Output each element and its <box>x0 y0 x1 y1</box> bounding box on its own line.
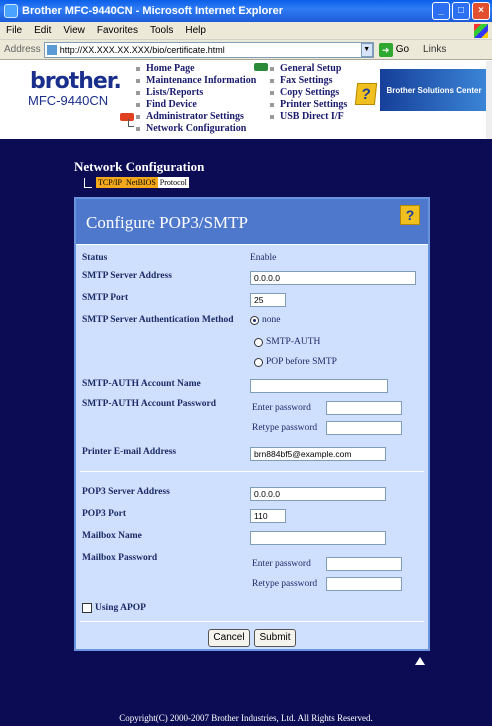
submit-button[interactable]: Submit <box>254 629 296 647</box>
smtp-port-label: SMTP Port <box>82 293 129 303</box>
smtp-address-label: SMTP Server Address <box>82 271 172 281</box>
menu-favorites[interactable]: Favorites <box>97 25 138 36</box>
email-input[interactable]: brn884bf5@example.com <box>250 447 386 461</box>
model-name: MFC-9440CN <box>28 93 109 108</box>
auth-option-pop-before-smtp: POP before SMTP <box>266 357 337 367</box>
pop3-port-label: POP3 Port <box>82 509 127 519</box>
form-panel: Configure POP3/SMTP ? Status Enable SMTP… <box>74 197 430 651</box>
email-label: Printer E-mail Address <box>82 447 177 457</box>
menu-bar: File Edit View Favorites Tools Help <box>0 22 492 40</box>
nav-usb-direct[interactable]: USB Direct I/F <box>270 111 344 122</box>
auth-password-retype-input[interactable] <box>326 421 402 435</box>
address-input[interactable]: http://XX.XXX.XX.XXX/bio/certificate.htm… <box>43 41 374 58</box>
radio-icon <box>254 357 263 367</box>
divider <box>80 471 424 472</box>
tree-branch-icon <box>84 178 92 188</box>
checkbox-icon <box>82 603 92 613</box>
address-label: Address <box>4 44 41 55</box>
nav-maintenance-information[interactable]: Maintenance Information <box>136 75 256 86</box>
links-button[interactable]: Links <box>423 44 446 55</box>
form-header: Configure POP3/SMTP ? <box>76 199 428 245</box>
auth-option-smtp-auth: SMTP-AUTH <box>266 337 321 347</box>
help-icon[interactable]: ? <box>400 205 420 225</box>
brother-logo: brother. <box>30 69 122 94</box>
general-setup-icon <box>254 63 268 71</box>
nav-home-page[interactable]: Home Page <box>136 63 195 74</box>
window-title: Brother MFC-9440CN - Microsoft Internet … <box>22 5 283 17</box>
radio-icon <box>254 337 263 347</box>
go-label: Go <box>395 44 410 55</box>
pop3-address-label: POP3 Server Address <box>82 487 170 497</box>
status-label: Status <box>82 253 108 263</box>
auth-radio-pop-before-smtp[interactable]: POP before SMTP <box>254 357 337 367</box>
auth-password-input[interactable] <box>326 401 402 415</box>
maximize-button[interactable]: □ <box>452 2 470 20</box>
cancel-button[interactable]: Cancel <box>208 629 250 647</box>
auth-account-password-label: SMTP-AUTH Account Password <box>82 399 217 409</box>
menu-file[interactable]: File <box>6 25 22 36</box>
ie-icon <box>4 4 18 18</box>
smtp-address-input[interactable]: 0.0.0.0 <box>250 271 416 285</box>
menu-edit[interactable]: Edit <box>34 25 51 36</box>
nav-network-configuration[interactable]: Network Configuration <box>136 123 246 134</box>
minimize-button[interactable]: _ <box>432 2 450 20</box>
tab-protocol[interactable]: Protocol <box>157 177 189 188</box>
page-icon <box>46 44 57 55</box>
window-titlebar: Brother MFC-9440CN - Microsoft Internet … <box>0 0 492 22</box>
divider <box>80 621 424 622</box>
nav-general-setup[interactable]: General Setup <box>270 63 341 74</box>
nav-fax-settings[interactable]: Fax Settings <box>270 75 333 86</box>
help-icon[interactable]: ? <box>354 83 378 105</box>
go-button[interactable]: ➜ Go <box>378 42 410 57</box>
tree-branch-icon <box>128 119 134 127</box>
page-header: brother. MFC-9440CN Home Page Maintenanc… <box>0 61 492 139</box>
smtp-port-input[interactable]: 25 <box>250 293 286 307</box>
brother-solutions-center-link[interactable]: Brother Solutions Center <box>380 69 488 111</box>
tab-row: TCP/IP NetBIOS Protocol <box>84 177 189 188</box>
copyright: Copyright(C) 2000-2007 Brother Industrie… <box>119 713 373 723</box>
apop-checkbox[interactable]: Using APOP <box>82 603 146 613</box>
address-dropdown-icon[interactable]: ▼ <box>360 42 373 57</box>
go-arrow-icon: ➜ <box>378 42 393 57</box>
page-content: brother. MFC-9440CN Home Page Maintenanc… <box>0 61 492 726</box>
auth-radio-none[interactable]: none <box>250 315 280 325</box>
menu-help[interactable]: Help <box>185 25 206 36</box>
radio-selected-icon <box>250 315 259 325</box>
close-button[interactable]: × <box>472 2 490 20</box>
retype-password-label: Retype password <box>252 579 318 589</box>
status-value: Enable <box>250 253 277 263</box>
mailbox-name-input[interactable] <box>250 531 386 545</box>
enter-password-label: Enter password <box>252 403 311 413</box>
pop3-port-input[interactable]: 110 <box>250 509 286 523</box>
nav-administrator-settings[interactable]: Administrator Settings <box>136 111 244 122</box>
menu-view[interactable]: View <box>63 25 85 36</box>
auth-account-name-label: SMTP-AUTH Account Name <box>82 379 201 389</box>
mailbox-password-retype-input[interactable] <box>326 577 402 591</box>
auth-account-name-input[interactable] <box>250 379 388 393</box>
tab-tcpip[interactable]: TCP/IP <box>96 177 125 188</box>
scroll-to-top-icon[interactable] <box>415 657 425 665</box>
section-title: Network Configuration <box>74 159 205 174</box>
apop-label: Using APOP <box>95 603 146 613</box>
enter-password-label: Enter password <box>252 559 311 569</box>
nav-find-device[interactable]: Find Device <box>136 99 197 110</box>
menu-tools[interactable]: Tools <box>150 25 173 36</box>
auth-option-none: none <box>262 315 281 325</box>
nav-copy-settings[interactable]: Copy Settings <box>270 87 339 98</box>
nav-lists-reports[interactable]: Lists/Reports <box>136 87 203 98</box>
form-title: Configure POP3/SMTP <box>86 213 248 232</box>
nav-printer-settings[interactable]: Printer Settings <box>270 99 347 110</box>
windows-logo-icon <box>474 24 488 38</box>
auth-method-label: SMTP Server Authentication Method <box>82 315 234 325</box>
auth-radio-smtp-auth[interactable]: SMTP-AUTH <box>254 337 320 347</box>
pop3-address-input[interactable]: 0.0.0.0 <box>250 487 386 501</box>
scrollbar[interactable] <box>486 61 492 139</box>
tab-netbios[interactable]: NetBIOS <box>124 177 158 188</box>
mailbox-password-label: Mailbox Password <box>82 553 158 563</box>
mailbox-password-input[interactable] <box>326 557 402 571</box>
retype-password-label: Retype password <box>252 423 318 433</box>
address-url: http://XX.XXX.XX.XXX/bio/certificate.htm… <box>59 44 225 55</box>
address-bar: Address http://XX.XXX.XX.XXX/bio/certifi… <box>0 40 492 60</box>
mailbox-name-label: Mailbox Name <box>82 531 142 541</box>
